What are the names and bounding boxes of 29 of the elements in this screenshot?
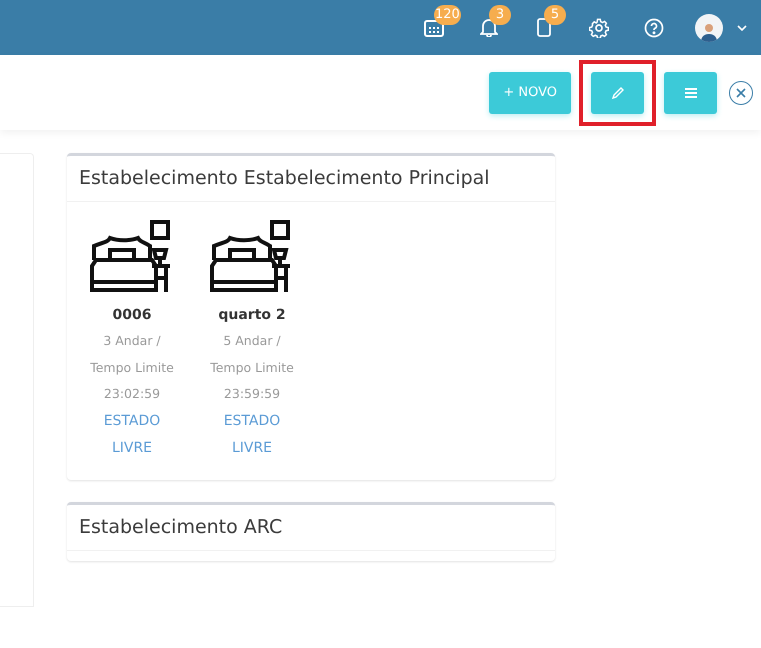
close-icon [736, 88, 746, 98]
card-title: Estabelecimento ARC [67, 504, 555, 550]
card-title: Estabelecimento Estabelecimento Principal [67, 156, 555, 202]
calendar-icon [424, 18, 444, 36]
time-limit-label: Tempo Limite [210, 358, 294, 377]
document-icon [536, 18, 550, 37]
room-name: quarto 2 [218, 306, 286, 325]
notification-badge: 120 [434, 5, 461, 25]
notification-badge: 5 [544, 5, 566, 25]
time-limit-value: 23:59:59 [224, 385, 280, 403]
close-button[interactable] [729, 80, 753, 104]
status-label: ESTADO [104, 412, 160, 430]
new-button[interactable]: + NOVO [489, 72, 571, 114]
status-label: ESTADO [224, 412, 280, 430]
pencil-icon [610, 86, 624, 100]
settings-icon[interactable] [588, 18, 608, 38]
status-value: LIVRE [112, 438, 152, 458]
room-floor: 5 Andar / [223, 332, 281, 350]
time-limit-value: 23:02:59 [104, 385, 160, 403]
room-name: 0006 [112, 306, 152, 325]
status-value: LIVRE [232, 438, 272, 458]
time-limit-label: Tempo Limite [90, 358, 174, 377]
menu-icon [684, 88, 696, 98]
room-floor: 3 Andar / [103, 332, 161, 350]
chevron-down-icon[interactable] [737, 24, 747, 30]
avatar[interactable] [695, 14, 723, 42]
help-icon[interactable] [644, 18, 664, 38]
notification-badge: 3 [489, 5, 511, 25]
bell-icon [480, 18, 498, 37]
